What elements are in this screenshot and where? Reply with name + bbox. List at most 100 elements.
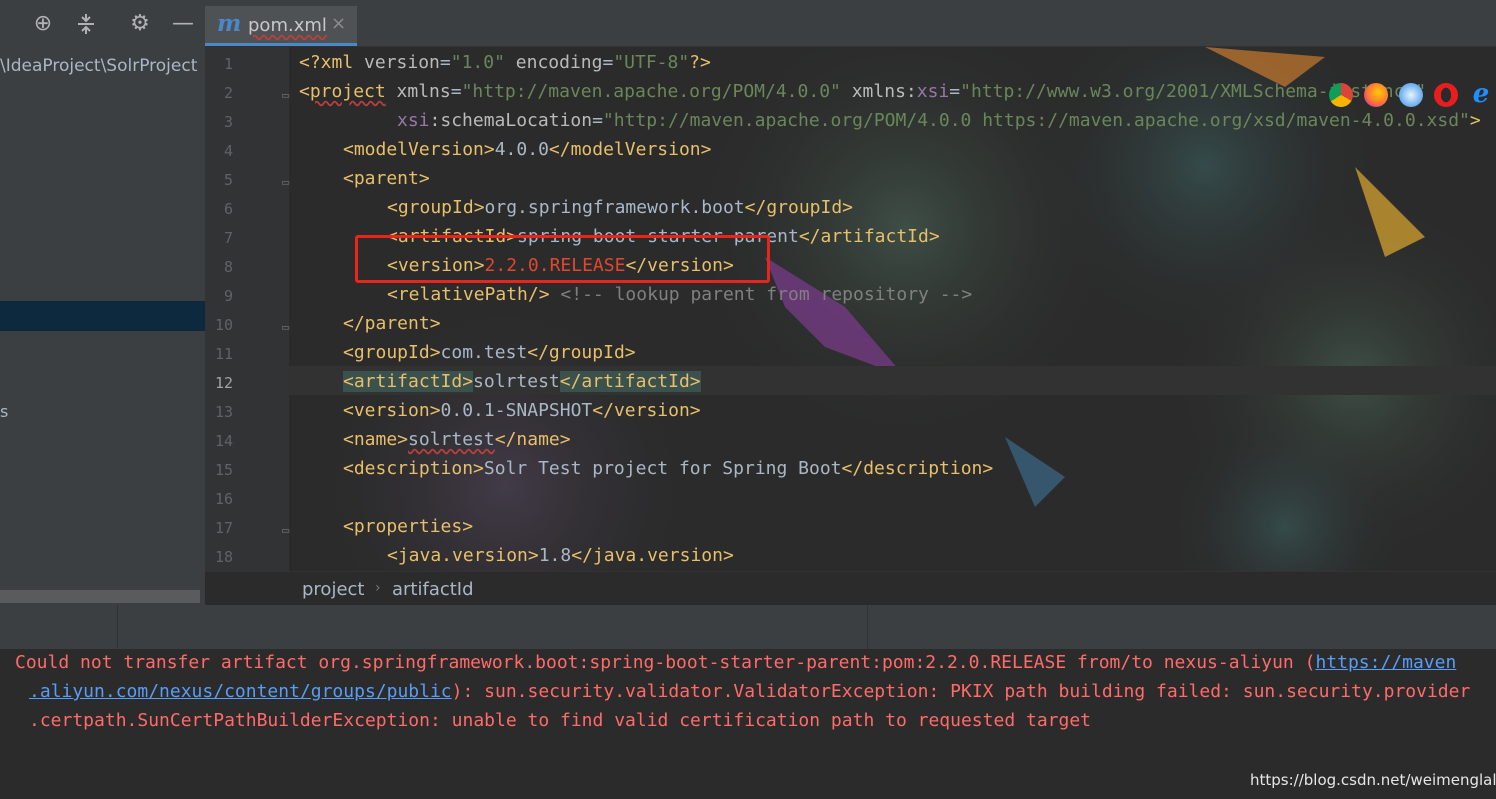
colon: : — [429, 110, 441, 131]
tag-text: 4.0.0 — [494, 139, 549, 160]
namespace: xsi — [916, 81, 950, 102]
code-line-5[interactable]: <parent> — [343, 168, 430, 189]
safari-icon[interactable] — [1399, 83, 1423, 107]
tree-item-fragment[interactable]: s — [0, 402, 8, 421]
breadcrumb-item-artifactid[interactable]: artifactId — [392, 579, 474, 600]
line-gutter[interactable]: 1 2 3 4 5 6 7 8 9 10 11 12 13 14 15 16 1… — [205, 47, 289, 571]
ie-icon[interactable]: e — [1469, 81, 1493, 107]
repository-link[interactable]: .aliyun.com/nexus/content/groups/public — [29, 681, 452, 702]
code-line-10[interactable]: </parent> — [343, 313, 441, 334]
breadcrumb: project › artifactId — [205, 571, 1496, 606]
code-line-14[interactable]: <name>solrtest</name> — [343, 429, 571, 450]
attr-name: encoding — [515, 52, 603, 73]
open-tag: <groupId> — [387, 197, 485, 218]
chrome-icon[interactable] — [1329, 83, 1353, 107]
close-tag: </groupId> — [527, 342, 636, 363]
code-editor[interactable]: 1 2 3 4 5 6 7 8 9 10 11 12 13 14 15 16 1… — [205, 47, 1496, 571]
tag-name: project — [309, 81, 386, 102]
open-tag: <version> — [343, 400, 441, 421]
locate-icon[interactable]: ⊕ — [29, 10, 57, 38]
colon: : — [905, 81, 917, 102]
minimize-icon[interactable]: — — [169, 10, 197, 38]
close-tag: </description> — [841, 458, 994, 479]
tag-text: 1.8 — [538, 545, 572, 566]
tag-bracket: > — [1469, 110, 1481, 131]
line-number: 6 — [223, 200, 233, 218]
equals: = — [450, 81, 462, 102]
tree-selected-row[interactable] — [0, 301, 205, 331]
code-line-13[interactable]: <version>0.0.1-SNAPSHOT</version> — [343, 400, 701, 421]
project-panel: ⊕ ⚙ — \IdeaProject\SolrProject s — [0, 0, 205, 605]
fold-marker-icon[interactable]: ▭ — [282, 321, 294, 333]
error-text: ): sun.security.validator.ValidatorExcep… — [451, 681, 1471, 702]
tab-pom-xml[interactable]: m pom.xml × — [205, 6, 357, 46]
line-number: 8 — [223, 258, 233, 276]
code-line-1[interactable]: <?xml version="1.0" encoding="UTF-8"?> — [299, 52, 711, 73]
close-tag-matched: </artifactId> — [559, 371, 701, 392]
code-line-17[interactable]: <properties> — [343, 516, 473, 537]
attr-value: "UTF-8" — [613, 52, 690, 73]
collapse-all-icon[interactable] — [72, 10, 100, 38]
equals: = — [592, 110, 603, 131]
code-line-6[interactable]: <groupId>org.springframework.boot</group… — [387, 197, 853, 218]
fold-marker-icon[interactable]: ▭ — [282, 176, 294, 188]
horizontal-scrollbar[interactable] — [0, 590, 200, 603]
project-path[interactable]: \IdeaProject\SolrProject — [0, 56, 205, 76]
code-line-15[interactable]: <description>Solr Test project for Sprin… — [343, 458, 993, 479]
build-panel-header — [0, 605, 1496, 650]
line-number: 4 — [223, 142, 233, 160]
chevron-right-icon: › — [375, 580, 381, 596]
code-line-2[interactable]: <project xmlns="http://maven.apache.org/… — [299, 81, 1426, 102]
attr-name: version — [364, 52, 440, 73]
namespace: xsi — [397, 110, 430, 131]
opera-icon[interactable] — [1434, 83, 1458, 107]
close-icon[interactable]: × — [331, 13, 346, 34]
watermark-text: https://blog.csdn.net/weimenglala — [1250, 771, 1496, 789]
line-number: 11 — [214, 345, 233, 363]
equals: = — [439, 52, 451, 73]
line-number: 10 — [214, 316, 233, 334]
line-number: 1 — [223, 55, 233, 73]
open-tag: <properties> — [343, 516, 474, 537]
code-line-9[interactable]: <relativePath/> <!-- lookup parent from … — [387, 284, 972, 305]
line-number: 14 — [214, 432, 233, 450]
open-tag: <description> — [343, 458, 484, 479]
fold-marker-icon[interactable]: ▭ — [282, 89, 294, 101]
repository-link[interactable]: https://maven — [1315, 652, 1456, 673]
open-tag: <java.version> — [387, 545, 539, 566]
equals: = — [602, 52, 614, 73]
xml-decl-close: ?> — [689, 52, 711, 73]
line-number: 5 — [223, 171, 233, 189]
tag-text: solrtest — [408, 429, 495, 450]
xml-comment: <!-- lookup parent from repository --> — [560, 284, 973, 305]
code-line-18[interactable]: <java.version>1.8</java.version> — [387, 545, 734, 566]
error-message-line-1: Could not transfer artifact org.springfr… — [15, 652, 1456, 673]
tag-text: org.springframework.boot — [484, 197, 745, 218]
tag-text: solrtest — [473, 371, 560, 392]
close-tag: </groupId> — [744, 197, 854, 218]
code-line-4[interactable]: <modelVersion>4.0.0</modelVersion> — [343, 139, 711, 160]
firefox-icon[interactable] — [1364, 83, 1388, 107]
line-number: 18 — [214, 548, 233, 566]
close-tag: </modelVersion> — [548, 139, 712, 160]
line-number-current: 12 — [214, 374, 233, 392]
attr-value: "http://maven.apache.org/POM/4.0.0 https… — [602, 110, 1470, 131]
code-line-12[interactable]: <artifactId>solrtest</artifactId> — [343, 371, 701, 392]
editor-tab-bar: m pom.xml × — [205, 0, 1496, 47]
close-tag: </version> — [592, 400, 701, 421]
breadcrumb-item-project[interactable]: project — [302, 579, 364, 600]
tag-text: Solr Test project for Spring Boot — [483, 458, 842, 479]
line-number: 3 — [223, 113, 233, 131]
fold-marker-icon[interactable]: ▭ — [282, 524, 294, 536]
line-number: 16 — [214, 490, 233, 508]
project-toolbar: ⊕ ⚙ — — [0, 0, 205, 48]
code-line-11[interactable]: <groupId>com.test</groupId> — [343, 342, 636, 363]
line-number: 7 — [223, 229, 233, 247]
line-number: 17 — [214, 519, 233, 537]
gear-icon[interactable]: ⚙ — [126, 10, 154, 38]
code-line-3[interactable]: xsi:schemaLocation="http://maven.apache.… — [397, 110, 1481, 131]
xml-decl-open: <?xml — [299, 52, 365, 73]
close-tag: </artifactId> — [798, 226, 940, 247]
